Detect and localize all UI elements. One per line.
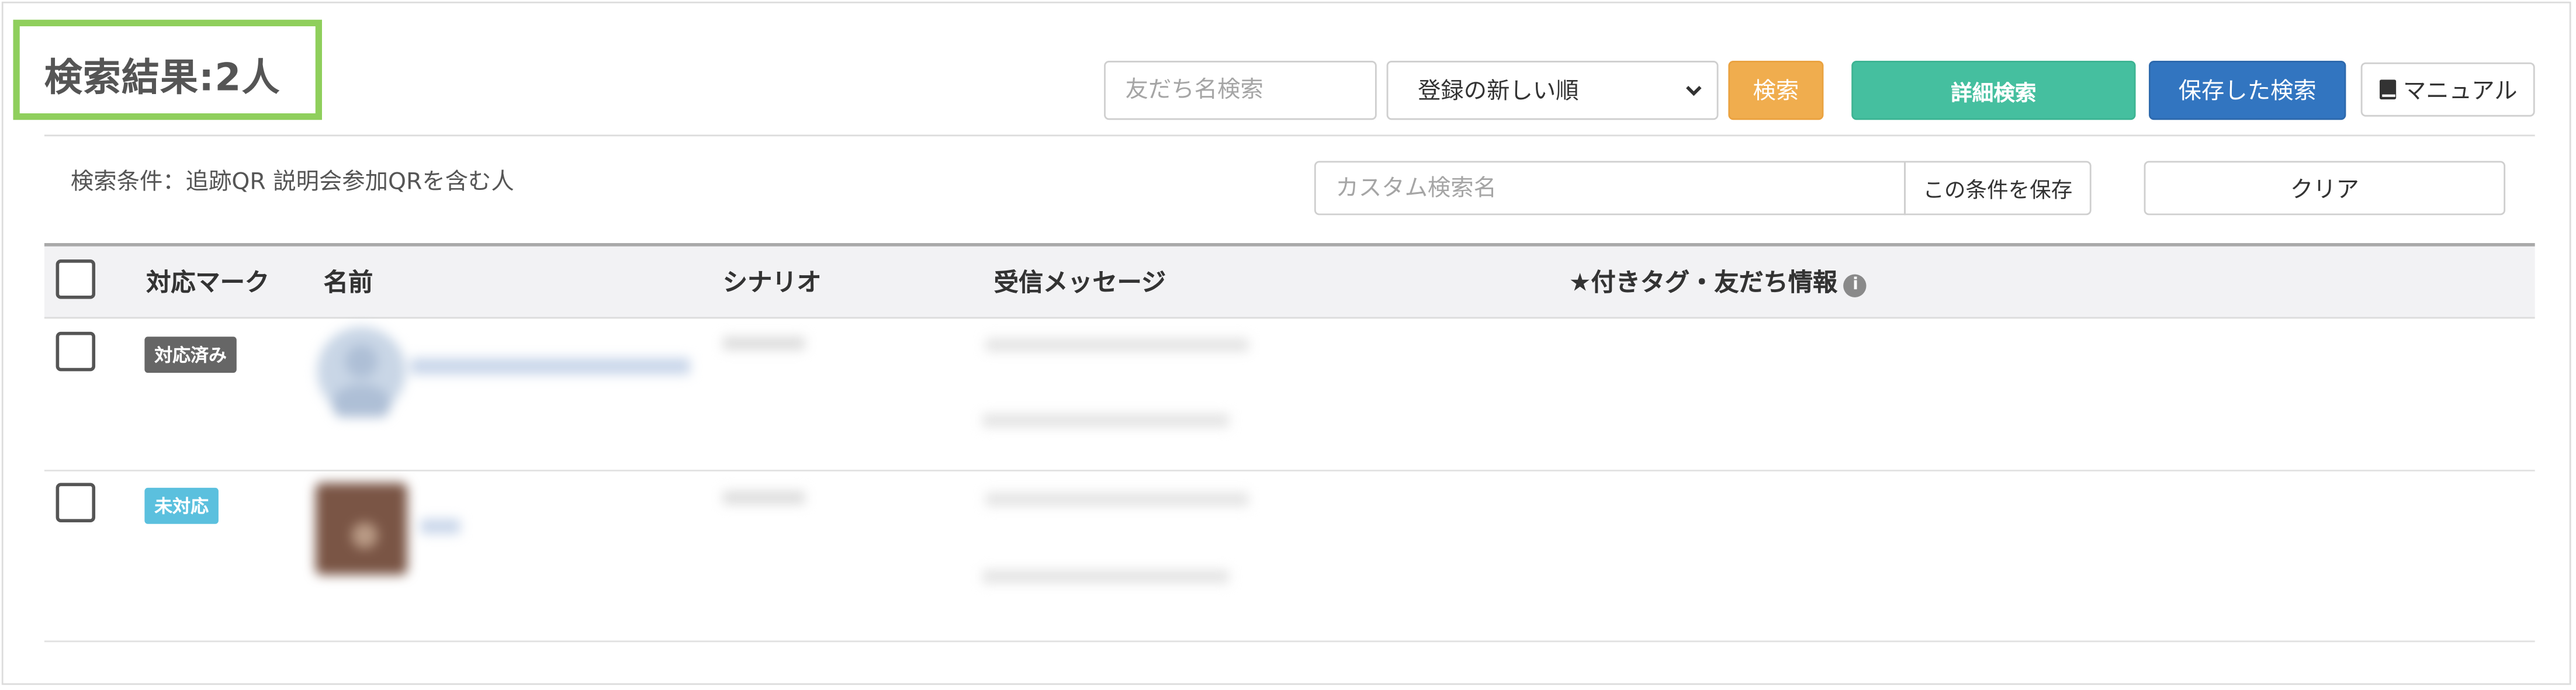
column-header-tags-friend-info: ★付きタグ・友だち情報 i	[1569, 265, 1867, 299]
advanced-search-button-label: 詳細検索	[1951, 81, 2037, 106]
avatar	[317, 327, 406, 418]
column-header-tags-label: ★付きタグ・友だち情報	[1569, 268, 1838, 297]
manual-button[interactable]: マニュアル	[2360, 62, 2535, 117]
table-header	[44, 243, 2535, 319]
custom-search-name-input[interactable]	[1314, 161, 1906, 216]
status-badge[interactable]: 対応済み	[144, 337, 237, 373]
clear-button[interactable]: クリア	[2144, 161, 2506, 216]
chevron-down-icon	[1686, 86, 1702, 96]
save-condition-button[interactable]: この条件を保存	[1904, 161, 2092, 216]
search-conditions-text: 検索条件：追跡QR 説明会参加QRを含む人	[70, 169, 514, 196]
status-badge[interactable]: 未対応	[144, 487, 219, 524]
search-button-label: 検索	[1753, 78, 1799, 105]
friend-search-input[interactable]	[1104, 61, 1377, 120]
book-icon	[2379, 79, 2396, 100]
select-all-checkbox[interactable]	[56, 259, 96, 299]
search-button[interactable]: 検索	[1728, 61, 1824, 120]
column-header-status-mark: 対応マーク	[146, 268, 270, 297]
column-header-name: 名前	[323, 268, 373, 297]
row-divider	[44, 470, 2535, 471]
column-header-received-message: 受信メッセージ	[993, 268, 1166, 297]
saved-search-button[interactable]: 保存した検索	[2149, 61, 2346, 120]
sort-select-value: 登録の新しい順	[1418, 78, 1579, 105]
clear-button-label: クリア	[2290, 176, 2359, 203]
advanced-search-button[interactable]: 詳細検索	[1851, 61, 2136, 120]
row-divider	[44, 640, 2535, 643]
redacted-friend-name	[410, 358, 690, 375]
page-title: 検索結果:2人	[44, 57, 281, 100]
redacted-friend-name	[420, 519, 461, 534]
row-checkbox[interactable]	[56, 331, 96, 372]
avatar	[315, 483, 408, 575]
row-checkbox[interactable]	[56, 483, 96, 522]
saved-search-button-label: 保存した検索	[2178, 78, 2317, 105]
save-condition-button-label: この条件を保存	[1923, 179, 2073, 204]
info-icon[interactable]: i	[1844, 273, 1867, 297]
manual-button-label: マニュアル	[2402, 78, 2518, 105]
sort-select[interactable]: 登録の新しい順	[1386, 61, 1719, 120]
column-header-scenario: シナリオ	[722, 268, 822, 297]
